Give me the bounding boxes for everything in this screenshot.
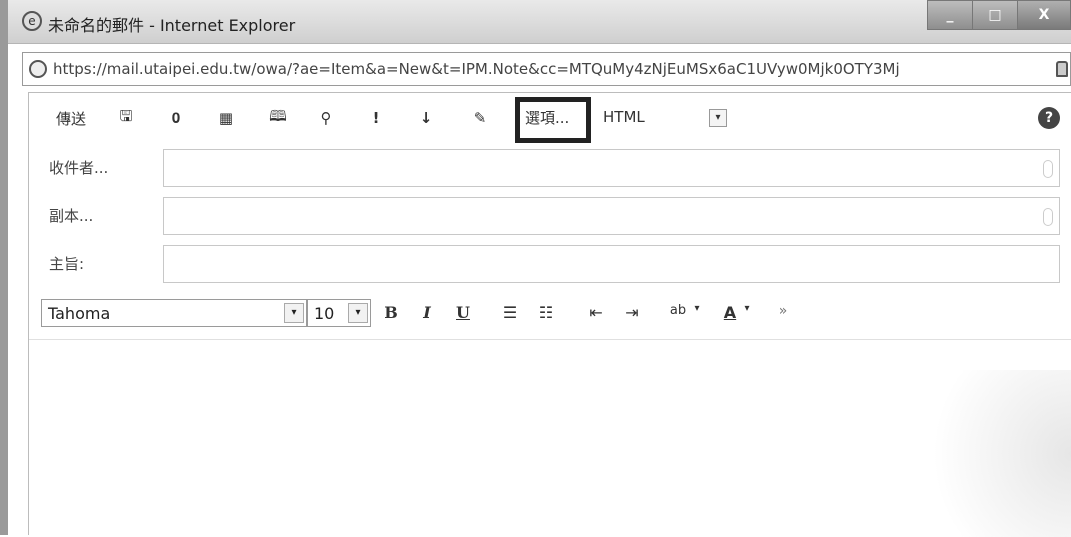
maximize-button[interactable]: □: [972, 0, 1018, 30]
cc-field[interactable]: [163, 197, 1060, 235]
address-book-icon[interactable]: 🕮: [267, 107, 289, 129]
check-names-icon[interactable]: ⚲: [315, 107, 337, 129]
underline-button[interactable]: U: [453, 303, 473, 325]
message-format-value: HTML: [603, 108, 645, 126]
resize-handle-icon: [1043, 208, 1053, 226]
chevron-down-icon[interactable]: ▾: [691, 303, 703, 325]
to-field[interactable]: [163, 149, 1060, 187]
internet-explorer-icon: e: [22, 11, 42, 31]
help-icon[interactable]: ?: [1038, 107, 1060, 129]
minimize-button[interactable]: _: [927, 0, 973, 30]
decrease-indent-icon[interactable]: ⇤: [585, 303, 607, 325]
window-title: 未命名的郵件 - Internet Explorer: [48, 16, 296, 35]
font-family-select[interactable]: Tahoma ▾: [41, 299, 307, 327]
attach-icon[interactable]: 𝟎: [165, 107, 187, 129]
bold-button[interactable]: B: [381, 303, 401, 325]
address-bar[interactable]: https://mail.utaipei.edu.tw/owa/?ae=Item…: [22, 52, 1071, 86]
to-label[interactable]: 收件者...: [49, 157, 108, 178]
more-options-icon[interactable]: »: [773, 303, 793, 325]
insert-image-icon[interactable]: ▦: [215, 107, 237, 129]
title-bar: e 未命名的郵件 - Internet Explorer _ □ X: [8, 0, 1071, 44]
font-size-value: 10: [314, 304, 335, 323]
cc-label[interactable]: 副本...: [49, 205, 93, 226]
page-globe-icon: [29, 60, 47, 78]
save-icon[interactable]: 🖫: [115, 107, 137, 129]
high-importance-icon[interactable]: !: [365, 107, 387, 129]
italic-button[interactable]: I: [417, 303, 437, 325]
subject-label: 主旨:: [49, 255, 85, 273]
message-body[interactable]: [29, 339, 1071, 537]
lock-icon[interactable]: [1056, 61, 1068, 77]
font-family-value: Tahoma: [48, 304, 111, 323]
window-controls: _ □ X: [927, 0, 1071, 30]
message-format-select[interactable]: HTML ▾: [597, 105, 731, 131]
compose-pane: 傳送 🖫 𝟎 ▦ 🕮 ⚲ ! ↓ ✎ 選項... HTML ▾ ? 收件者...…: [28, 92, 1071, 537]
chevron-down-icon[interactable]: ▾: [348, 303, 368, 323]
low-importance-icon[interactable]: ↓: [415, 107, 437, 129]
font-size-select[interactable]: 10 ▾: [307, 299, 371, 327]
background-shade: [892, 370, 1071, 537]
resize-handle-icon: [1043, 160, 1053, 178]
options-button[interactable]: 選項...: [525, 107, 569, 128]
chevron-down-icon[interactable]: ▾: [741, 303, 753, 325]
compose-toolbar: 傳送 🖫 𝟎 ▦ 🕮 ⚲ ! ↓ ✎ 選項... HTML ▾ ?: [29, 93, 1071, 143]
address-url[interactable]: https://mail.utaipei.edu.tw/owa/?ae=Item…: [53, 60, 1065, 78]
close-button[interactable]: X: [1017, 0, 1071, 30]
send-button[interactable]: 傳送: [51, 107, 91, 129]
font-color-icon[interactable]: A: [719, 303, 741, 325]
signature-icon[interactable]: ✎: [469, 107, 491, 129]
subject-field[interactable]: [163, 245, 1060, 283]
numbering-icon[interactable]: ☷: [535, 303, 557, 325]
increase-indent-icon[interactable]: ⇥: [621, 303, 643, 325]
chevron-down-icon[interactable]: ▾: [709, 109, 727, 127]
highlight-icon[interactable]: ab: [665, 303, 691, 325]
browser-window: e 未命名的郵件 - Internet Explorer _ □ X https…: [0, 0, 1071, 537]
bullets-icon[interactable]: ☰: [499, 303, 521, 325]
formatting-toolbar: Tahoma ▾ 10 ▾ B I U ☰ ☷ ⇤ ⇥ ab ▾ A ▾ »: [29, 297, 1071, 335]
chevron-down-icon[interactable]: ▾: [284, 303, 304, 323]
